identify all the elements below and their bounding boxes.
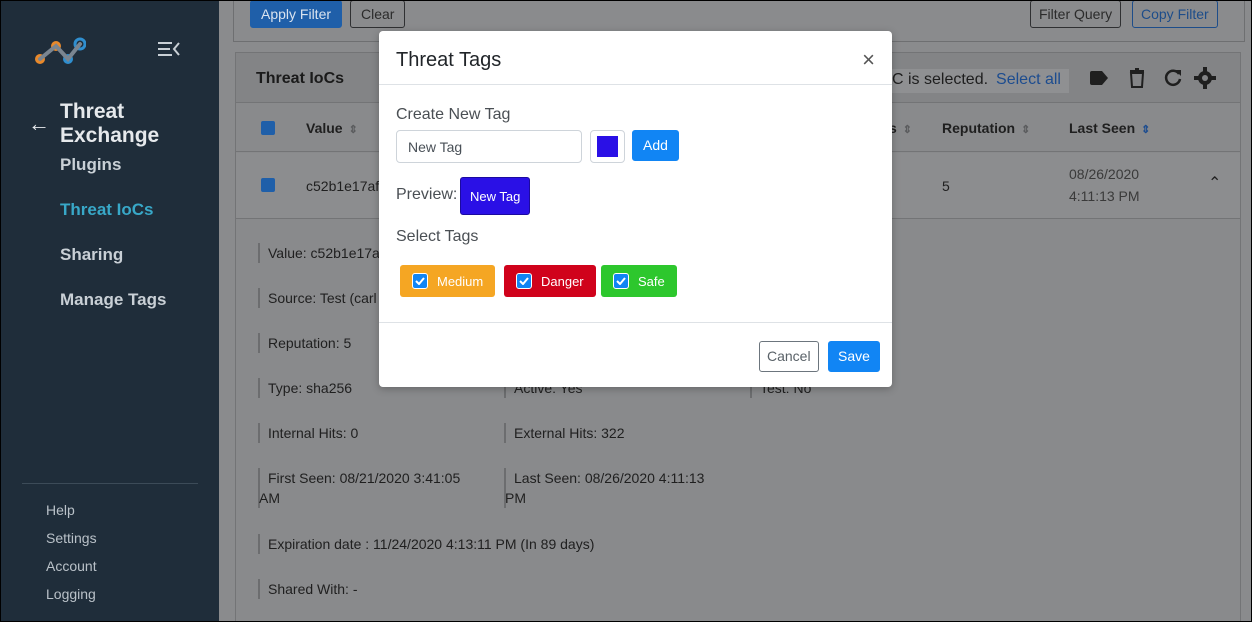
tag-icon[interactable] [1088, 67, 1110, 89]
sidebar-bottom-nav: Help Settings Account Logging [46, 500, 97, 612]
detail-internal-hits: Internal Hits: 0 [258, 423, 358, 443]
settings-gear-icon[interactable] [1194, 67, 1216, 89]
apply-filter-button[interactable]: Apply Filter [250, 0, 343, 28]
detail-type: Type: sha256 [258, 378, 352, 398]
app-logo [35, 37, 86, 64]
chevron-up-icon[interactable]: ⌃ [1208, 173, 1221, 193]
sidebar-item-help[interactable]: Help [46, 500, 97, 528]
column-header-reputation[interactable]: Reputation ⇕ [942, 120, 1030, 136]
sidebar-item-threat-iocs[interactable]: Threat IoCs [60, 199, 166, 244]
back-arrow-icon[interactable]: ← [28, 111, 50, 137]
sort-desc-icon[interactable]: ⇕ [1141, 124, 1150, 136]
detail-first-seen: First Seen: 08/21/2020 3:41:05 AM [258, 468, 488, 508]
detail-shared-with: Shared With: - [258, 579, 357, 599]
sidebar-item-account[interactable]: Account [46, 556, 97, 584]
clear-button[interactable]: Clear [350, 0, 406, 28]
column-header-value[interactable]: Value ⇕ [306, 120, 358, 136]
detail-value: Value: c52b1e17a [258, 243, 380, 263]
tag-chip-label: Safe [638, 273, 665, 289]
sidebar-item-manage-tags[interactable]: Manage Tags [60, 289, 166, 334]
select-tags-label: Select Tags [396, 228, 479, 245]
color-picker[interactable] [590, 130, 625, 163]
column-reputation-label: Reputation [942, 120, 1016, 136]
sort-icon[interactable]: ⇕ [903, 124, 912, 136]
create-tag-label: Create New Tag [396, 106, 511, 123]
sort-icon[interactable]: ⇕ [1021, 124, 1030, 136]
detail-last-seen-line2: PM [505, 490, 526, 506]
cancel-button[interactable]: Cancel [759, 341, 819, 372]
close-icon[interactable]: × [862, 49, 875, 71]
collapse-sidebar-icon[interactable] [158, 40, 180, 58]
checkbox-checked-icon[interactable] [412, 273, 428, 289]
row-last-seen-date: 08/26/2020 [1069, 166, 1140, 182]
detail-last-seen-line1: Last Seen: 08/26/2020 4:11:13 [514, 470, 705, 486]
copy-filter-button[interactable]: Copy Filter [1132, 0, 1218, 28]
tag-chip-medium[interactable]: Medium [400, 265, 496, 297]
row-reputation: 5 [942, 178, 950, 194]
detail-last-seen: Last Seen: 08/26/2020 4:11:13 PM [504, 468, 734, 508]
tag-chip-label: Medium [437, 273, 484, 289]
checkbox-checked-icon[interactable] [516, 273, 532, 289]
modal-header: Threat Tags × [379, 31, 892, 85]
row-value: c52b1e17af [306, 178, 380, 194]
column-value-label: Value [306, 120, 343, 136]
select-all-link[interactable]: Select all [996, 71, 1061, 88]
detail-reputation: Reputation: 5 [258, 333, 351, 353]
checkbox-checked-icon[interactable] [613, 273, 629, 289]
row-checkbox[interactable] [261, 178, 275, 192]
detail-source: Source: Test (carl [258, 288, 377, 308]
selection-count-text: C is selected. [892, 71, 989, 88]
app-title[interactable]: ← Threat Exchange [28, 100, 219, 148]
row-last-seen-time: 4:11:13 PM [1069, 188, 1140, 204]
modal-footer: Cancel Save [379, 322, 892, 387]
detail-expiration: Expiration date : 11/24/2020 4:13:11 PM … [258, 534, 594, 554]
column-last-seen-label: Last Seen [1069, 120, 1136, 136]
sidebar-item-plugins[interactable]: Plugins [60, 154, 166, 199]
app-title-text: Threat Exchange [60, 100, 160, 147]
card-title: Threat IoCs [256, 70, 345, 87]
modal-title: Threat Tags [396, 49, 502, 71]
column-header-last-seen[interactable]: Last Seen ⇕ [1069, 120, 1150, 136]
save-button[interactable]: Save [828, 341, 880, 372]
color-swatch [597, 136, 618, 157]
selection-banner: C is selected. Select all [884, 69, 1069, 93]
sidebar-item-settings[interactable]: Settings [46, 528, 97, 556]
sidebar-item-sharing[interactable]: Sharing [60, 244, 166, 289]
sidebar-divider [22, 483, 198, 484]
detail-external-hits: External Hits: 322 [504, 423, 625, 443]
tag-chip-safe[interactable]: Safe [601, 265, 677, 297]
add-tag-button[interactable]: Add [632, 130, 679, 161]
sidebar-nav: Plugins Threat IoCs Sharing Manage Tags [60, 154, 166, 334]
preview-tag-badge: New Tag [460, 177, 531, 215]
tag-chip-label: Danger [541, 273, 584, 289]
trash-icon[interactable] [1126, 67, 1148, 89]
new-tag-input[interactable] [396, 130, 582, 163]
sidebar: ← Threat Exchange Plugins Threat IoCs Sh… [0, 0, 219, 622]
detail-first-seen-line2: AM [259, 490, 280, 506]
select-all-checkbox[interactable] [261, 121, 275, 135]
refresh-icon[interactable] [1162, 67, 1184, 89]
preview-label: Preview: [396, 186, 458, 203]
detail-first-seen-line1: First Seen: 08/21/2020 3:41:05 [268, 470, 461, 486]
sort-icon[interactable]: ⇕ [349, 124, 358, 136]
threat-tags-modal: Threat Tags × Create New Tag Add Preview… [379, 31, 892, 387]
column-header-partial[interactable]: s ⇕ [889, 120, 912, 136]
sidebar-item-logging[interactable]: Logging [46, 584, 97, 612]
tag-chip-danger[interactable]: Danger [504, 265, 596, 297]
filter-query-button[interactable]: Filter Query [1030, 0, 1122, 28]
